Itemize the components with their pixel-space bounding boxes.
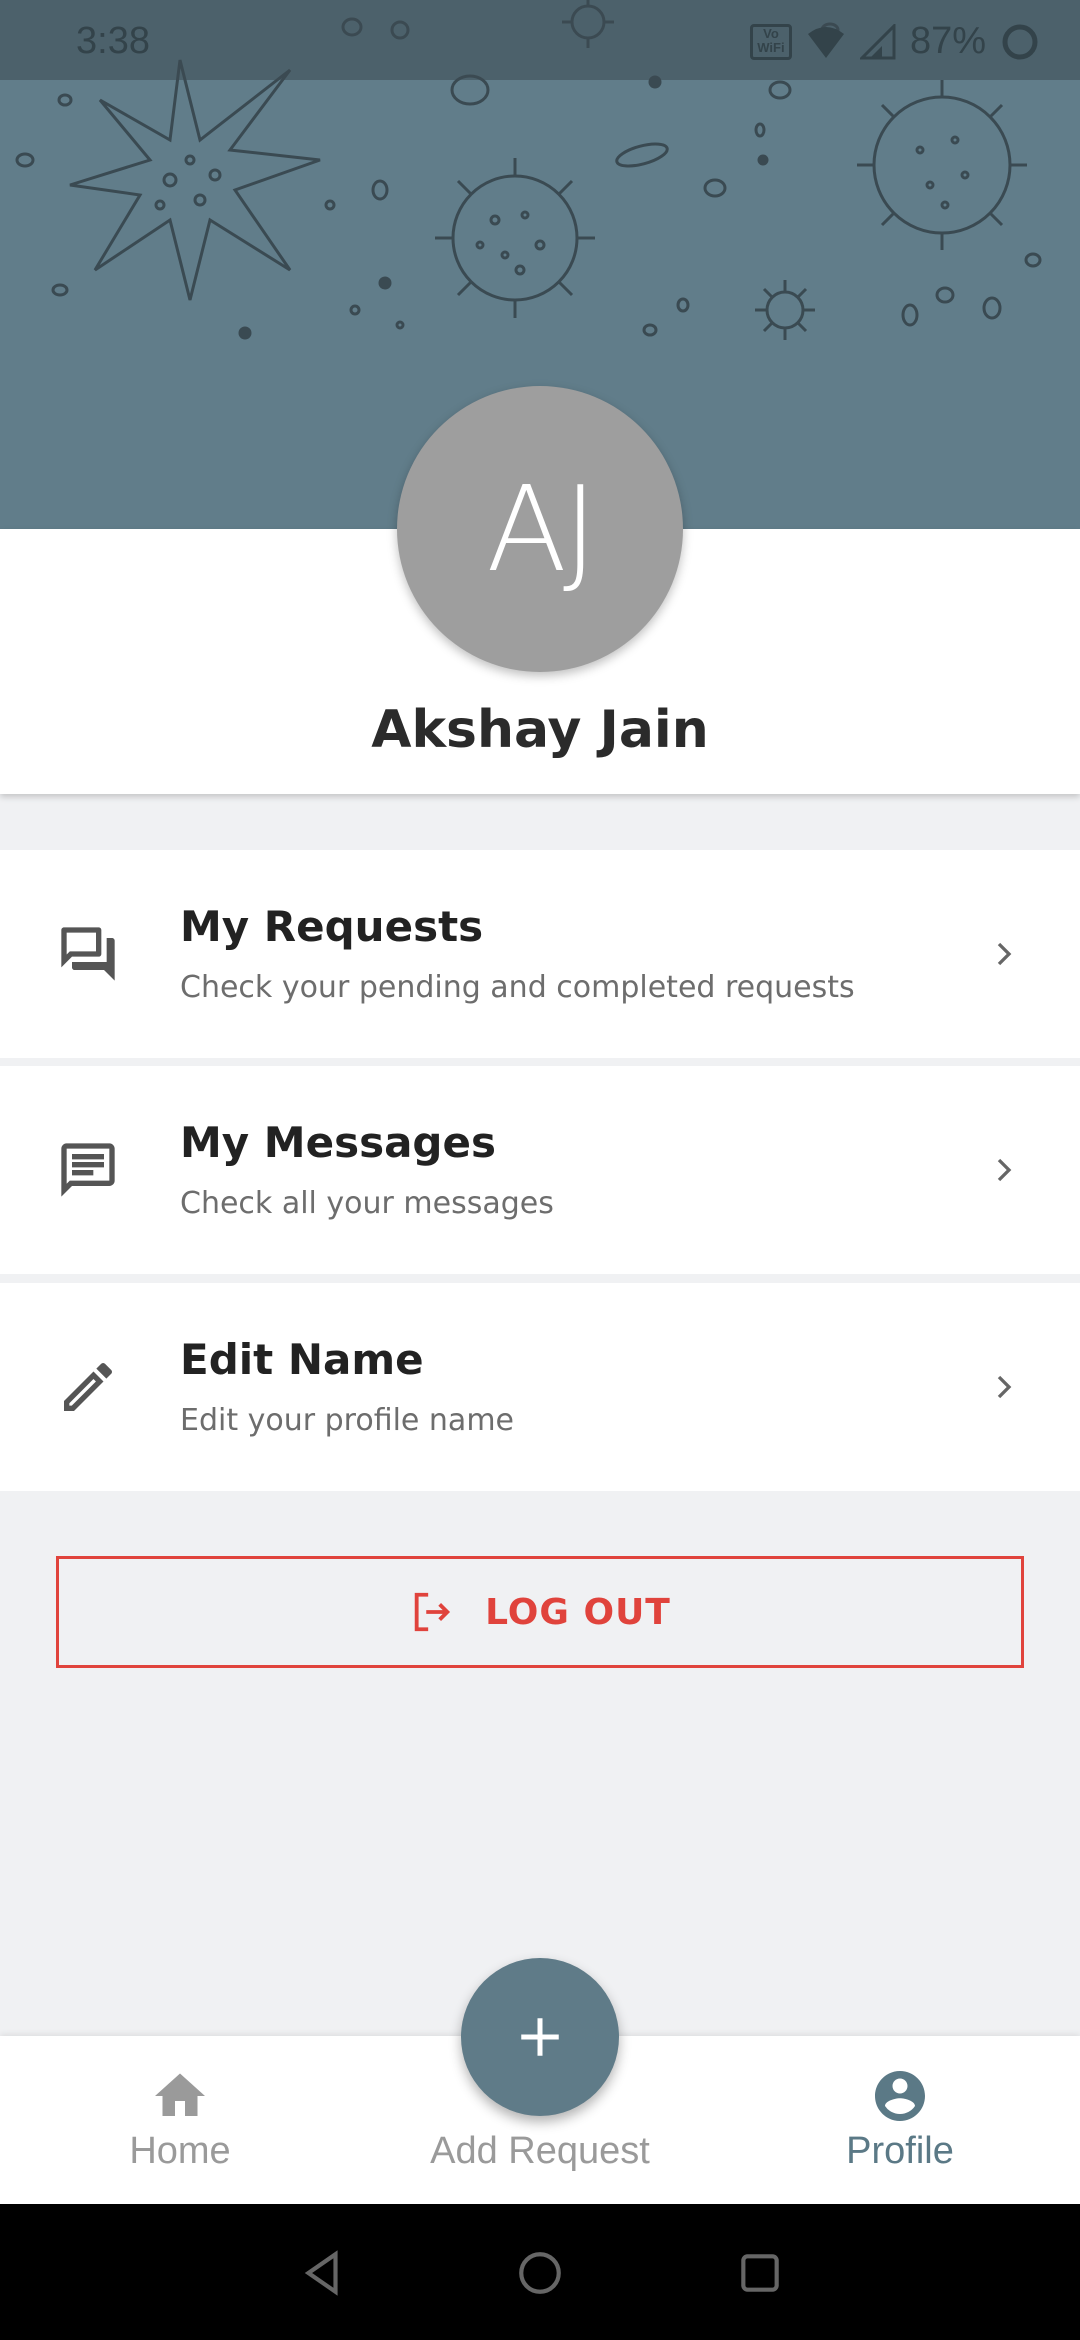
vowifi-icon: Vo WiFi bbox=[749, 23, 792, 60]
avatar[interactable]: AJ bbox=[397, 386, 683, 672]
chevron-right-icon bbox=[997, 1375, 1012, 1399]
menu-item-subtitle: Check all your messages bbox=[180, 1186, 554, 1221]
forum-icon bbox=[61, 927, 115, 981]
wifi-icon bbox=[807, 26, 844, 58]
logout-label: LOG OUT bbox=[485, 1591, 671, 1633]
status-icons: Vo WiFi 87% bbox=[749, 20, 1040, 63]
chevron-right-icon bbox=[997, 1158, 1012, 1182]
profile-name: Akshay Jain bbox=[371, 700, 709, 760]
battery-icon bbox=[1002, 24, 1038, 59]
status-bar: 3:38 Vo WiFi 87% bbox=[0, 0, 1080, 80]
plus-icon bbox=[521, 2018, 559, 2056]
nav-label-home: Home bbox=[129, 2130, 231, 2172]
nav-spacer bbox=[510, 2066, 570, 2126]
message-icon bbox=[61, 1143, 115, 1197]
battery-percent: 87% bbox=[909, 20, 986, 62]
menu-item-subtitle: Check your pending and completed request… bbox=[180, 970, 855, 1005]
menu-item-my-requests[interactable]: My Requests Check your pending and compl… bbox=[0, 850, 1080, 1058]
menu-item-edit-name[interactable]: Edit Name Edit your profile name bbox=[0, 1283, 1080, 1491]
recents-icon[interactable] bbox=[735, 2248, 785, 2298]
status-time: 3:38 bbox=[76, 20, 150, 62]
account-circle-icon bbox=[875, 2071, 925, 2121]
system-navigation-bar bbox=[0, 2204, 1080, 2340]
menu-item-title: My Messages bbox=[180, 1118, 496, 1167]
home-icon bbox=[155, 2073, 205, 2116]
nav-label-profile: Profile bbox=[846, 2130, 954, 2172]
logout-button[interactable]: LOG OUT bbox=[56, 1556, 1024, 1668]
back-icon[interactable] bbox=[298, 2248, 348, 2298]
avatar-initials: AJ bbox=[486, 460, 598, 598]
signal-icon bbox=[859, 23, 896, 59]
nav-item-profile[interactable]: Profile bbox=[750, 2066, 1050, 2173]
logout-icon bbox=[414, 1592, 451, 1632]
menu-item-my-messages[interactable]: My Messages Check all your messages bbox=[0, 1066, 1080, 1274]
nav-item-home[interactable]: Home bbox=[30, 2066, 330, 2173]
chevron-right-icon bbox=[997, 942, 1012, 966]
nav-item-add-request[interactable]: Add Request bbox=[390, 2066, 690, 2173]
home-circle-icon[interactable] bbox=[515, 2248, 565, 2298]
nav-label-add-request: Add Request bbox=[430, 2130, 650, 2172]
menu-item-subtitle: Edit your profile name bbox=[180, 1403, 514, 1438]
menu-item-title: Edit Name bbox=[180, 1335, 424, 1384]
menu-item-title: My Requests bbox=[180, 902, 484, 951]
pencil-icon bbox=[64, 1362, 113, 1411]
